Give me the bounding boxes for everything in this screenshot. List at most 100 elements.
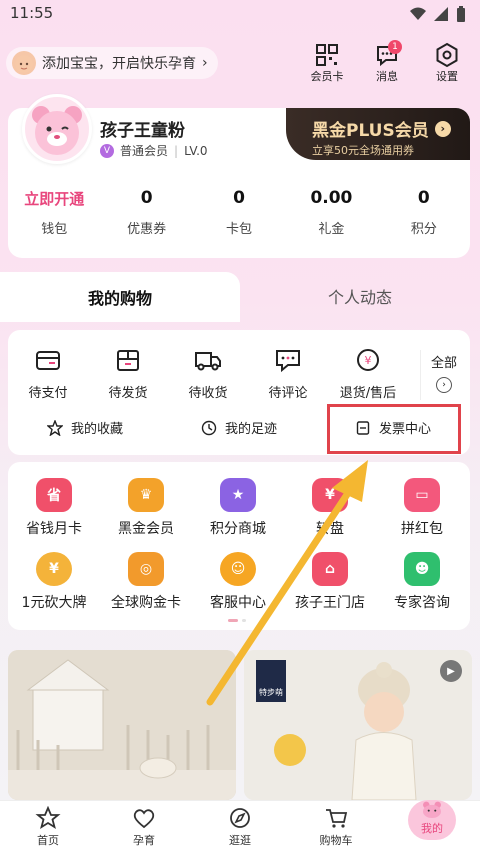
tab-my-shopping[interactable]: 我的购物 bbox=[0, 272, 240, 322]
messages-label: 消息 bbox=[376, 70, 398, 83]
member-level: 普通会员 bbox=[120, 144, 169, 158]
account-stats: 立即开通 钱包 0 优惠券 0 卡包 0.00 礼金 0 积分 bbox=[8, 188, 470, 237]
status-time: 11:55 bbox=[10, 4, 54, 22]
bottom-nav: 首页 孕育 逛逛 购物车 我的 bbox=[0, 800, 480, 853]
service-item[interactable]: ♛ 黑金会员 bbox=[100, 478, 192, 538]
svg-text:¥: ¥ bbox=[365, 354, 372, 367]
crown-icon: ♛ bbox=[128, 478, 164, 512]
nav-label: 购物车 bbox=[319, 834, 353, 847]
stat-points[interactable]: 0 积分 bbox=[378, 188, 470, 237]
order-pending-payment[interactable]: 待支付 bbox=[8, 346, 88, 401]
stat-cards[interactable]: 0 卡包 bbox=[193, 188, 285, 237]
bear-avatar-icon bbox=[32, 106, 82, 155]
order-label: 待支付 bbox=[28, 386, 68, 401]
settings-label: 设置 bbox=[436, 70, 458, 83]
nav-cart[interactable]: 购物车 bbox=[288, 801, 384, 853]
nav-parenting[interactable]: 孕育 bbox=[96, 801, 192, 853]
stat-wallet[interactable]: 立即开通 钱包 bbox=[8, 188, 100, 237]
globe-card-icon: ◎ bbox=[128, 552, 164, 586]
all-orders-button[interactable]: 全部 › bbox=[424, 352, 464, 393]
chevron-right-icon: › bbox=[434, 120, 451, 137]
add-baby-prompt[interactable]: 添加宝宝，开启快乐孕育 › bbox=[6, 47, 218, 79]
stat-label: 礼金 bbox=[318, 222, 345, 237]
settings-button[interactable]: 设置 bbox=[426, 42, 468, 84]
service-label: 黑金会员 bbox=[118, 521, 174, 537]
expert-icon: ☻ bbox=[404, 552, 440, 586]
plus-membership-banner[interactable]: 黑金PLUS会员 › 立享50元全场通用券 bbox=[286, 108, 470, 160]
order-label: 待收货 bbox=[188, 386, 228, 401]
stat-gift-money[interactable]: 0.00 礼金 bbox=[285, 188, 377, 237]
member-level-row: V 普通会员 | LV.0 bbox=[100, 142, 208, 159]
coin-icon: ¥ bbox=[36, 552, 72, 586]
shortcut-label: 我的收藏 bbox=[70, 422, 123, 437]
service-label: 拼红包 bbox=[401, 521, 443, 537]
order-pending-review[interactable]: 待评论 bbox=[248, 346, 328, 401]
nav-mine[interactable]: 我的 bbox=[384, 800, 480, 853]
settings-icon bbox=[436, 42, 458, 68]
member-card-button[interactable]: 会员卡 bbox=[306, 42, 348, 84]
top-actions: 会员卡 1 消息 设置 bbox=[306, 40, 468, 84]
stat-value: 0 bbox=[140, 188, 153, 208]
service-label: 1元砍大牌 bbox=[21, 595, 87, 611]
stat-value: 0 bbox=[233, 188, 245, 208]
service-item[interactable]: 省 省钱月卡 bbox=[8, 478, 100, 538]
signal-icon bbox=[434, 7, 448, 21]
package-icon bbox=[117, 350, 139, 371]
order-label: 退货/售后 bbox=[339, 386, 397, 401]
nav-home[interactable]: 首页 bbox=[0, 801, 96, 853]
messages-button[interactable]: 1 消息 bbox=[366, 40, 408, 84]
truck-icon bbox=[195, 352, 221, 371]
annotation-arrow bbox=[206, 460, 368, 706]
nav-label: 逛逛 bbox=[229, 834, 251, 847]
message-badge: 1 bbox=[388, 40, 402, 54]
my-favorites-button[interactable]: 我的收藏 bbox=[8, 418, 162, 437]
all-orders-label: 全部 bbox=[430, 356, 457, 371]
service-label: 专家咨询 bbox=[394, 595, 450, 611]
qr-code-icon bbox=[316, 44, 338, 66]
wifi-icon bbox=[410, 7, 426, 20]
add-baby-label: 添加宝宝，开启快乐孕育 bbox=[42, 56, 196, 72]
my-footprints-button[interactable]: 我的足迹 bbox=[162, 418, 316, 437]
bear-icon: 我的 bbox=[408, 800, 456, 840]
status-bar: 11:55 bbox=[0, 0, 480, 28]
service-item[interactable]: ¥ 1元砍大牌 bbox=[8, 552, 100, 612]
chevron-right-icon: › bbox=[202, 55, 208, 71]
order-pending-shipment[interactable]: 待发货 bbox=[88, 346, 168, 401]
plus-subtitle: 立享50元全场通用券 bbox=[312, 144, 414, 157]
explore-icon bbox=[230, 808, 250, 828]
refund-icon: ¥ bbox=[357, 349, 379, 371]
clock-icon bbox=[201, 420, 217, 435]
heart-icon bbox=[133, 809, 155, 829]
play-icon[interactable]: ▶ bbox=[440, 660, 462, 682]
stat-value: 0 bbox=[417, 188, 430, 208]
money-saver-icon: 省 bbox=[36, 478, 72, 512]
plus-title: 黑金PLUS会员 bbox=[312, 121, 429, 141]
battery-icon bbox=[457, 6, 465, 22]
tab-personal-updates[interactable]: 个人动态 bbox=[240, 272, 480, 320]
member-card-label: 会员卡 bbox=[310, 70, 344, 83]
order-pending-receipt[interactable]: 待收货 bbox=[168, 346, 248, 401]
stat-label: 卡包 bbox=[226, 222, 253, 237]
order-status-row: 待支付 待发货 待收货 待评论 ¥ 退货/售后 bbox=[8, 346, 428, 401]
order-refund[interactable]: ¥ 退货/售后 bbox=[328, 346, 408, 401]
status-icons bbox=[410, 6, 466, 22]
home-star-icon bbox=[35, 806, 61, 829]
service-item[interactable]: ◎ 全球购金卡 bbox=[100, 552, 192, 612]
stat-coupons[interactable]: 0 优惠券 bbox=[100, 188, 192, 237]
wallet-icon bbox=[36, 351, 60, 370]
member-v-icon: V bbox=[100, 143, 114, 158]
nav-label: 孕育 bbox=[133, 834, 155, 847]
stat-label: 优惠券 bbox=[127, 222, 167, 237]
cart-icon bbox=[326, 809, 348, 828]
avatar[interactable] bbox=[22, 94, 92, 164]
nav-explore[interactable]: 逛逛 bbox=[192, 801, 288, 853]
chevron-right-icon: › bbox=[436, 377, 452, 393]
stat-value: 0.00 bbox=[310, 188, 353, 208]
wallet-activate: 立即开通 bbox=[24, 190, 85, 208]
order-label: 待评论 bbox=[268, 386, 308, 401]
baby-face-icon bbox=[12, 51, 36, 75]
comment-icon bbox=[276, 350, 300, 373]
nav-label: 首页 bbox=[37, 834, 59, 847]
user-nickname: 孩子王童粉 bbox=[100, 121, 185, 141]
shortcut-label: 我的足迹 bbox=[224, 422, 277, 437]
